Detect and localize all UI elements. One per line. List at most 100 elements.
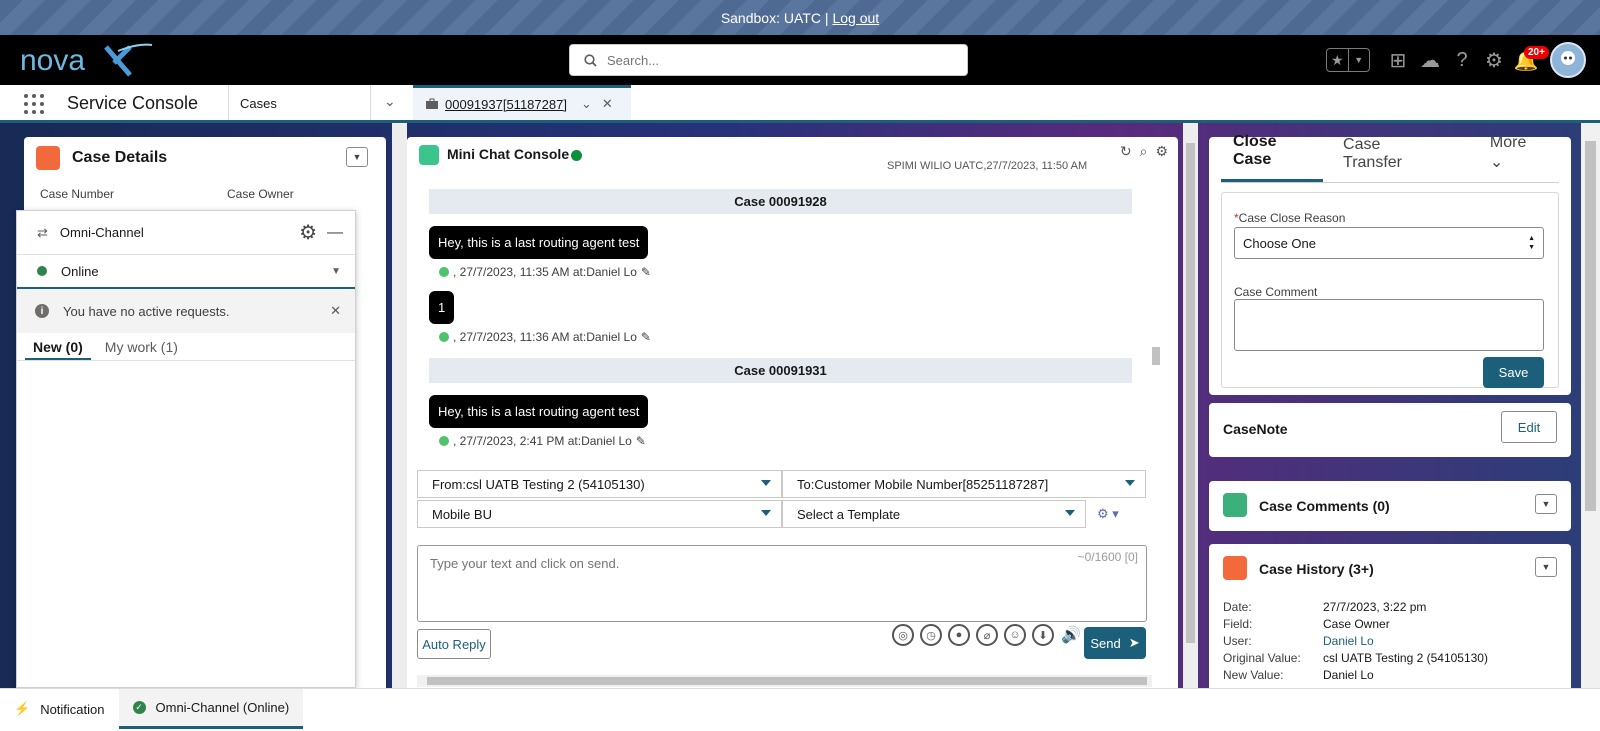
copy-note-icon[interactable]: ✎ (636, 434, 646, 448)
search-icon (584, 53, 597, 67)
trailhead-icon[interactable]: ☁ (1414, 44, 1446, 76)
emoji-icon[interactable]: ☺ (1004, 624, 1026, 646)
user-avatar[interactable] (1550, 42, 1586, 78)
setup-gear-icon[interactable]: ⚙ (1478, 44, 1510, 76)
minimize-icon[interactable]: — (327, 224, 343, 242)
tab-case-transfer[interactable]: Case Transfer (1331, 136, 1446, 182)
chat-message-feed[interactable]: Case 00091928 Hey, this is a last routin… (417, 175, 1147, 465)
scrollbar-thumb[interactable] (427, 677, 1147, 685)
chevron-down-icon (1125, 480, 1135, 486)
workspace-tab-case[interactable]: 00091937[51187287] ⌄ ✕ (413, 85, 631, 120)
omni-tabs: New (0) My work (1) (17, 333, 355, 361)
case-comments-card: Case Comments (0) ▼ (1209, 481, 1571, 531)
tab-more-label: More (1489, 134, 1527, 151)
whatsapp-icon (439, 436, 449, 446)
left-panel-scrollbar[interactable] (392, 123, 407, 688)
utility-notification[interactable]: ⚡ Notification (0, 689, 119, 729)
chat-bubble-icon[interactable]: ● (948, 624, 970, 646)
refresh-icon[interactable]: ↻ (1120, 143, 1132, 160)
case-separator: Case 00091928 (429, 189, 1132, 214)
chevron-down-icon: ▼ (1347, 49, 1370, 71)
favorites-button[interactable]: ★ ▼ (1326, 48, 1370, 72)
tab-more[interactable]: More ⌄ (1478, 134, 1551, 182)
lightning-icon: ⚡ (14, 701, 31, 716)
center-panel-scrollbar[interactable] (1183, 123, 1198, 688)
history-row: Field: Case Owner (1223, 617, 1390, 631)
chat-feed-scrollbar[interactable] (1150, 177, 1162, 467)
send-button[interactable]: Send ➤ (1084, 627, 1146, 659)
omni-settings-gear-icon[interactable]: ⚙ (299, 220, 317, 245)
novax-logo[interactable]: nova (18, 39, 158, 81)
history-value: 27/7/2023, 3:22 pm (1323, 600, 1427, 614)
clock-icon[interactable]: ◷ (920, 624, 942, 646)
case-comment-textarea[interactable] (1234, 299, 1544, 351)
chevron-down-icon[interactable]: ⌄ (581, 96, 592, 112)
global-create-icon[interactable]: ⊞ (1382, 44, 1414, 76)
tab-label[interactable]: 00091937[51187287] (445, 97, 567, 112)
history-value: Daniel Lo (1323, 668, 1374, 682)
message-bubble: Hey, this is a last routing agent test (429, 395, 649, 428)
case-history-menu-button[interactable]: ▼ (1535, 557, 1557, 577)
scrollbar-thumb[interactable] (1186, 143, 1195, 643)
history-user-link[interactable]: Daniel Lo (1323, 634, 1374, 648)
settings-gear-icon[interactable]: ⚙ (1155, 143, 1168, 160)
message-meta-text: , 27/7/2023, 11:36 AM at:Daniel Lo (453, 330, 637, 344)
template-settings-icon[interactable]: ⚙ ▾ (1097, 506, 1119, 522)
omni-header: ⇄ Omni-Channel ⚙ — (17, 211, 355, 255)
nav-menu-chevron-icon[interactable]: ⌄ (384, 93, 396, 110)
omni-notice-text: You have no active requests. (63, 303, 230, 319)
history-value: Case Owner (1323, 617, 1390, 631)
case-details-title: Case Details (72, 149, 168, 166)
copy-note-icon[interactable]: ✎ (641, 265, 651, 279)
tab-close-case[interactable]: Close Case (1221, 133, 1324, 182)
chevron-down-icon: ▼ (331, 265, 341, 277)
to-number-select[interactable]: To:Customer Mobile Number[85251187287] (782, 470, 1146, 498)
message-meta: , 27/7/2023, 11:35 AM at:Daniel Lo ✎ (439, 265, 1147, 279)
template-select[interactable]: Select a Template (782, 500, 1086, 528)
message-input[interactable]: Type your text and click on send. ~0/160… (417, 545, 1147, 622)
global-search-input[interactable]: Search... (569, 44, 968, 76)
case-separator: Case 00091931 (429, 358, 1132, 383)
history-row: New Value: Daniel Lo (1223, 668, 1374, 682)
save-button[interactable]: Save (1483, 357, 1544, 388)
logout-link[interactable]: Log out (832, 10, 879, 26)
notification-badge: 20+ (1524, 46, 1549, 59)
notifications-bell-icon[interactable]: 🔔 20+ (1510, 44, 1549, 76)
page-scrollbar[interactable] (1581, 123, 1600, 688)
global-actions: ★ ▼ ⊞ ☁ ? ⚙ 🔔 20+ (1326, 35, 1600, 85)
scrollbar-thumb[interactable] (1585, 141, 1596, 511)
template-value: Select a Template (797, 506, 901, 522)
scrollbar-thumb[interactable] (1152, 347, 1160, 365)
utility-omni-channel[interactable]: ✓ Omni-Channel (Online) (118, 689, 304, 729)
message-meta-text: , 27/7/2023, 2:41 PM at:Daniel Lo (453, 434, 632, 448)
omni-tab-my-work[interactable]: My work (1) (97, 333, 186, 360)
chat-horizontal-scrollbar[interactable] (417, 675, 1152, 687)
business-unit-select[interactable]: Mobile BU (417, 500, 782, 528)
utility-bar: ⚡ Notification ✓ Omni-Channel (Online) (0, 688, 1600, 731)
sound-icon[interactable]: 🔊 (1060, 624, 1082, 646)
translate-icon[interactable]: ◎ (892, 624, 914, 646)
case-close-reason-select[interactable]: Choose One ▲ ▼ (1234, 227, 1544, 259)
download-icon[interactable]: ⬇ (1032, 624, 1054, 646)
case-icon (36, 146, 60, 170)
casenote-edit-button[interactable]: Edit (1501, 411, 1557, 443)
app-launcher-icon[interactable] (24, 94, 44, 114)
character-counter: ~0/1600 [0] (1077, 550, 1138, 564)
chevron-down-icon (761, 480, 771, 486)
close-tab-icon[interactable]: ✕ (602, 96, 613, 112)
case-comments-menu-button[interactable]: ▼ (1535, 494, 1557, 514)
omni-status-select[interactable]: Online ▼ (17, 255, 355, 289)
composer-tools: ◎ ◷ ● ⌀ ☺ ⬇ 🔊 (892, 624, 1082, 646)
business-unit-value: Mobile BU (432, 506, 492, 522)
close-notice-icon[interactable]: ✕ (330, 303, 341, 319)
omni-tab-new[interactable]: New (0) (25, 333, 91, 360)
help-icon[interactable]: ? (1446, 44, 1478, 76)
search-icon[interactable]: ⌕ (1140, 143, 1148, 160)
auto-reply-button[interactable]: Auto Reply (417, 629, 491, 659)
from-number-select[interactable]: From:csl UATB Testing 2 (54105130) (417, 470, 782, 498)
copy-note-icon[interactable]: ✎ (641, 330, 651, 344)
object-nav-label[interactable]: Cases (240, 96, 277, 111)
attachment-icon[interactable]: ⌀ (976, 624, 998, 646)
case-details-menu-button[interactable]: ▼ (346, 147, 368, 167)
history-key: New Value: (1223, 668, 1284, 682)
